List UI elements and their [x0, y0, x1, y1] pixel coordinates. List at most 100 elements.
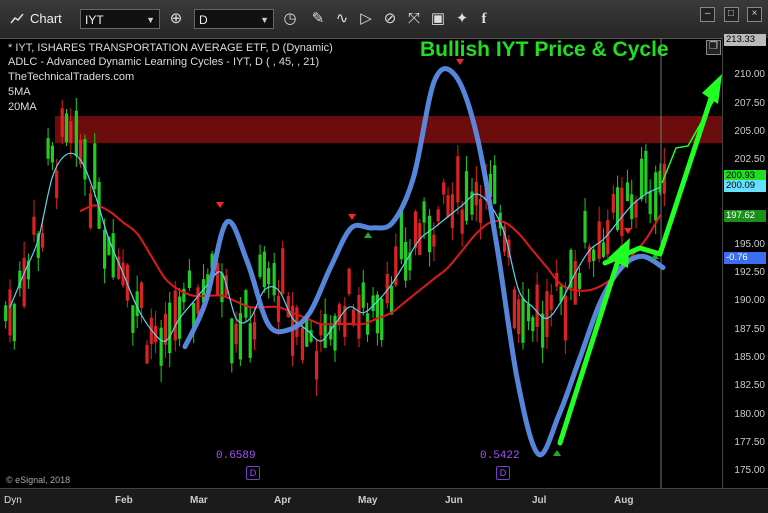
clock-icon[interactable]: ◷	[280, 9, 300, 29]
symbol-value: IYT	[85, 13, 104, 27]
candle-body	[50, 145, 54, 163]
chevron-down-icon[interactable]: ▼	[146, 10, 155, 30]
candle-body	[272, 263, 276, 296]
candle-body	[281, 248, 285, 294]
interval-select[interactable]: D ▼	[194, 9, 274, 29]
candle-body	[74, 110, 78, 156]
play-icon[interactable]: ▷	[356, 9, 376, 29]
restore-icon[interactable]: ❐	[706, 40, 721, 55]
candle-body	[216, 263, 220, 295]
candle-body	[479, 199, 483, 223]
candle-body	[644, 150, 648, 194]
arrow-up-1	[557, 245, 625, 446]
price-tick-label: 210.00	[734, 69, 765, 81]
candle-body	[456, 156, 460, 203]
candle-body	[262, 251, 266, 288]
candle-body	[314, 351, 319, 380]
candle-body	[399, 211, 403, 260]
facebook-icon[interactable]: f	[474, 9, 494, 29]
candle-body	[517, 299, 521, 335]
candle-body	[88, 193, 93, 228]
month-label: Jul	[532, 495, 547, 506]
price-tick-label: 182.50	[734, 380, 765, 392]
window-title: Chart	[30, 11, 62, 26]
candle-body	[620, 187, 624, 236]
cycle-value-1: 0.6589	[216, 450, 256, 462]
candle-body	[300, 328, 305, 360]
tag-icon[interactable]: ▣	[428, 9, 448, 29]
candle-body	[347, 268, 351, 295]
candle-body	[460, 209, 464, 234]
compare-icon[interactable]: ⊘	[380, 9, 400, 29]
time-axis[interactable]: Dyn Feb Mar Apr May Jun Jul Aug	[0, 488, 768, 513]
month-label: Apr	[274, 495, 292, 506]
cycle-tag-2: D	[496, 466, 510, 480]
candle-body	[432, 234, 436, 247]
candle-body	[267, 268, 271, 285]
cycle-top-marker	[348, 214, 356, 220]
month-label: Jun	[445, 495, 463, 506]
price-scale[interactable]: 175.00 177.50 180.00 182.50 185.00 187.50 190.…	[722, 34, 768, 488]
candle-body	[583, 210, 587, 243]
wave-icon[interactable]: ∿	[332, 9, 352, 29]
arrow-head-2	[702, 74, 722, 104]
candle-body	[493, 165, 497, 204]
candle-body	[577, 272, 582, 289]
candle-body	[4, 305, 8, 322]
close-icon[interactable]: ×	[747, 7, 762, 22]
maximize-icon[interactable]: □	[723, 7, 739, 22]
symbol-input[interactable]: IYT ▼	[80, 9, 160, 29]
candle-body	[526, 304, 531, 322]
candle-body	[361, 282, 365, 308]
candle-body	[252, 321, 257, 340]
candle-body	[413, 211, 418, 248]
price-tick-label: 195.00	[734, 238, 765, 250]
price-tick-label: 187.50	[734, 323, 765, 335]
cycle-bottom-marker	[364, 232, 372, 238]
candle-body	[357, 294, 361, 339]
candle-body	[131, 305, 135, 333]
candle-body	[46, 138, 50, 159]
candle-body	[196, 287, 200, 315]
series-line-20ma	[79, 204, 661, 326]
price-tick-label: 185.00	[734, 351, 765, 363]
candle-body	[111, 233, 115, 278]
candle-body	[428, 215, 432, 253]
crosshair-icon[interactable]: ⊕	[166, 9, 186, 29]
chevron-down-icon[interactable]: ▼	[260, 10, 269, 30]
price-tag: 213.33	[724, 34, 766, 47]
pencil-icon[interactable]: ✎	[308, 9, 328, 29]
candle-body	[145, 344, 149, 364]
watermark: © eSignal, 2018	[6, 475, 71, 485]
price-tick-label: 175.00	[734, 465, 765, 477]
candle-body	[654, 172, 658, 221]
price-tick-label: 207.50	[734, 97, 765, 109]
candle-body	[521, 298, 525, 343]
candle-body	[139, 282, 144, 308]
candle-body	[93, 143, 97, 190]
candle-body	[545, 291, 549, 338]
candle-body	[625, 182, 630, 201]
candle-body	[173, 290, 177, 341]
chart-toolbar: Chart IYT ▼ ⊕ D ▼ ◷ ✎ ∿ ▷ ⊘ ⤧ ▣ ✦ f – □ …	[0, 0, 768, 39]
candle-body	[40, 233, 45, 248]
candle-body	[168, 302, 172, 354]
arrows-icon[interactable]: ⤧	[404, 9, 424, 29]
candle-body	[64, 113, 69, 143]
candle-body	[422, 201, 426, 223]
window-controls: – □ ×	[696, 3, 762, 22]
twitter-icon[interactable]: ✦	[452, 9, 472, 29]
candle-body	[248, 323, 252, 358]
candle-body	[446, 195, 450, 217]
candle-body	[22, 257, 26, 307]
candle-body	[639, 158, 644, 200]
candle-body	[380, 298, 384, 341]
price-chart[interactable]	[0, 38, 722, 488]
candle-body	[244, 290, 248, 318]
candle-body	[230, 318, 234, 364]
candle-body	[512, 289, 516, 328]
dyn-label[interactable]: Dyn	[4, 495, 22, 506]
month-label: Aug	[614, 495, 634, 506]
candle-body	[658, 171, 662, 193]
minimize-icon[interactable]: –	[700, 7, 716, 22]
